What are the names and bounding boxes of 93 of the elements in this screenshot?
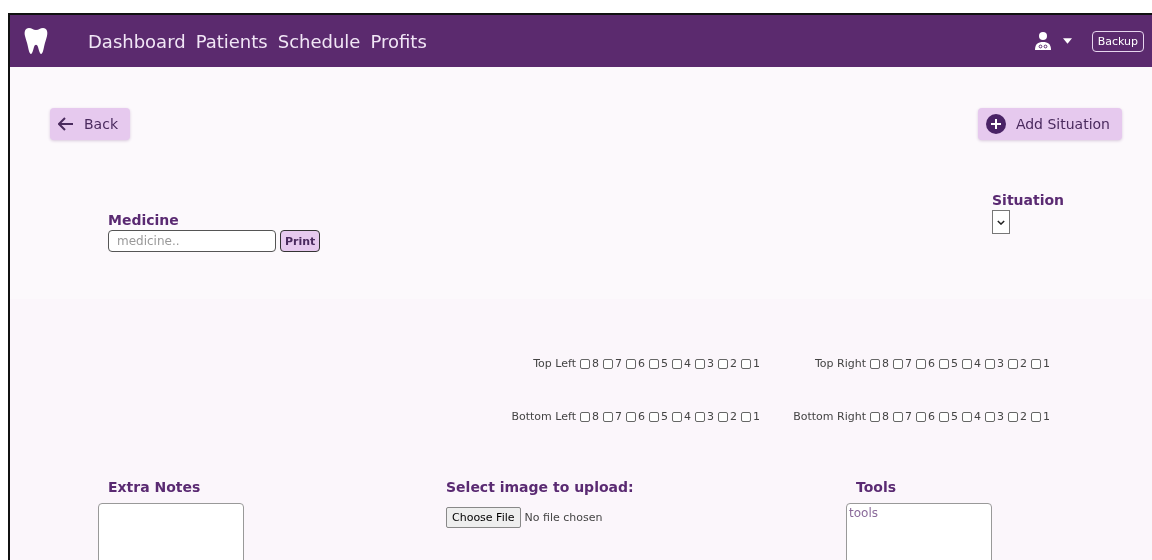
backup-button[interactable]: Backup	[1091, 30, 1144, 52]
checkbox[interactable]	[939, 358, 949, 369]
print-button[interactable]: Print	[280, 230, 321, 252]
back-button[interactable]: Back	[50, 108, 130, 140]
tooth-number: 1	[753, 410, 760, 423]
tooth-number: 7	[615, 410, 622, 423]
extra-notes-label: Extra Notes	[108, 479, 202, 495]
arrow-left-icon	[58, 117, 74, 131]
extra-notes-field[interactable]	[98, 503, 244, 560]
checkbox[interactable]	[916, 411, 926, 422]
checkbox[interactable]	[893, 358, 903, 369]
checkbox[interactable]	[626, 411, 636, 422]
checkbox[interactable]	[1031, 411, 1041, 422]
checkbox[interactable]	[695, 358, 705, 369]
quadrant-label: Bottom Left	[511, 410, 576, 423]
medicine-field[interactable]: medicine..	[108, 230, 276, 252]
checkbox[interactable]	[870, 411, 880, 422]
quadrant-label: Top Right	[814, 357, 866, 370]
tooth-number: 4	[684, 410, 691, 423]
tooth-number: 6	[928, 357, 935, 370]
checkbox[interactable]	[939, 411, 949, 422]
checkbox[interactable]	[1031, 358, 1041, 369]
tooth-number: 3	[707, 357, 714, 370]
tooth-number: 8	[882, 357, 889, 370]
user-icon[interactable]	[1032, 31, 1053, 51]
tooth-number: 8	[882, 410, 889, 423]
tools-field[interactable]: tools	[846, 503, 992, 560]
medicine-label: Medicine	[108, 212, 180, 228]
tooth-number: 4	[974, 357, 981, 370]
tooth-number: 4	[684, 357, 691, 370]
nav-link[interactable]: Schedule	[277, 30, 361, 52]
tooth-number: 7	[615, 357, 622, 370]
nav-link[interactable]: Profits	[370, 30, 427, 52]
upload-label: Select image to upload:	[446, 479, 635, 495]
tooth-number: 2	[730, 357, 737, 370]
choose-file-button[interactable]: Choose File	[446, 507, 521, 528]
add-situation-button[interactable]: Add Situation	[977, 108, 1122, 140]
checkbox[interactable]	[962, 411, 972, 422]
checkbox[interactable]	[695, 411, 705, 422]
quadrant-label: Bottom Right	[793, 410, 866, 423]
nav-link[interactable]: Patients	[195, 30, 268, 52]
checkbox[interactable]	[893, 411, 903, 422]
checkbox[interactable]	[626, 358, 636, 369]
tooth-number: 6	[638, 410, 645, 423]
tooth-number: 8	[592, 357, 599, 370]
checkbox[interactable]	[580, 358, 590, 369]
tooth-number: 5	[951, 357, 958, 370]
checkbox[interactable]	[718, 358, 728, 369]
checkbox[interactable]	[741, 411, 751, 422]
plus-circle-icon	[985, 114, 1006, 134]
tooth-icon[interactable]	[24, 26, 48, 56]
tooth-number: 1	[1043, 357, 1050, 370]
situation-label: Situation	[992, 192, 1066, 208]
tooth-number: 3	[997, 410, 1004, 423]
checkbox[interactable]	[870, 358, 880, 369]
checkbox[interactable]	[985, 358, 995, 369]
nav-link[interactable]: Dashboard	[88, 30, 186, 52]
quadrant-label: Top Left	[533, 357, 576, 370]
chevron-down-icon	[997, 219, 1005, 225]
checkbox[interactable]	[672, 411, 682, 422]
tooth-number: 5	[951, 410, 958, 423]
checkbox[interactable]	[1008, 358, 1018, 369]
tooth-number: 1	[753, 357, 760, 370]
tooth-number: 3	[707, 410, 714, 423]
checkbox[interactable]	[603, 358, 613, 369]
tooth-number: 5	[661, 357, 668, 370]
tooth-number: 7	[905, 357, 912, 370]
situation-dropdown[interactable]	[992, 210, 1010, 234]
checkbox[interactable]	[580, 411, 590, 422]
checkbox[interactable]	[1008, 411, 1018, 422]
checkbox[interactable]	[649, 411, 659, 422]
checkbox[interactable]	[603, 411, 613, 422]
checkbox[interactable]	[718, 411, 728, 422]
tooth-number: 6	[638, 357, 645, 370]
tooth-number: 1	[1043, 410, 1050, 423]
tooth-number: 2	[1020, 357, 1027, 370]
tooth-number: 6	[928, 410, 935, 423]
tooth-number: 3	[997, 357, 1004, 370]
tooth-number: 5	[661, 410, 668, 423]
tooth-number: 8	[592, 410, 599, 423]
tools-label: Tools	[856, 479, 898, 495]
checkbox[interactable]	[985, 411, 995, 422]
checkbox[interactable]	[649, 358, 659, 369]
caret-icon[interactable]	[1062, 38, 1072, 44]
tooth-number: 2	[1020, 410, 1027, 423]
tooth-number: 7	[905, 410, 912, 423]
checkbox[interactable]	[741, 358, 751, 369]
tooth-number: 4	[974, 410, 981, 423]
checkbox[interactable]	[672, 358, 682, 369]
file-status: No file chosen	[524, 511, 603, 524]
checkbox[interactable]	[916, 358, 926, 369]
tooth-number: 2	[730, 410, 737, 423]
checkbox[interactable]	[962, 358, 972, 369]
